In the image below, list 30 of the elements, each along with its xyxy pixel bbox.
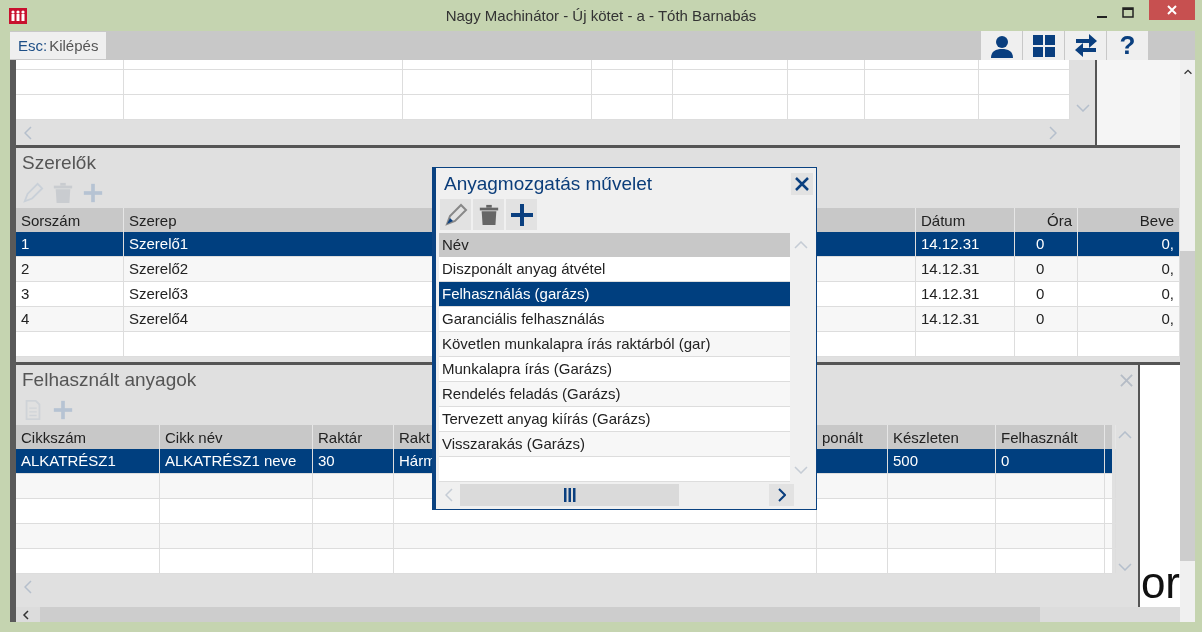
table-cell: 1 bbox=[21, 235, 30, 252]
table-cell: 2 bbox=[21, 260, 30, 277]
table-cell: 0 bbox=[1036, 310, 1045, 327]
table-cell: 0 bbox=[1036, 235, 1045, 252]
table-cell: 0, bbox=[1161, 310, 1174, 327]
table-cell: ALKATRÉSZ1 neve bbox=[165, 452, 297, 469]
dialog-title: Anyagmozgatás művelet bbox=[444, 172, 653, 195]
section-title: Felhasznált anyagok bbox=[21, 368, 198, 392]
table-cell: 500 bbox=[893, 452, 919, 469]
table-cell: Szerelő4 bbox=[129, 310, 189, 327]
table-cell: 0, bbox=[1161, 235, 1174, 252]
table-cell: 0, bbox=[1161, 260, 1174, 277]
table-cell: 0 bbox=[1036, 260, 1045, 277]
table-cell: 14.12.31 bbox=[921, 310, 980, 327]
table-cell: 14.12.31 bbox=[921, 285, 980, 302]
table-cell: 0, bbox=[1161, 285, 1174, 302]
table-cell: 14.12.31 bbox=[921, 235, 980, 252]
table-cell: 0 bbox=[1001, 452, 1010, 469]
table-cell: 0 bbox=[1036, 285, 1045, 302]
table-cell: ALKATRÉSZ1 bbox=[21, 452, 116, 469]
table-cell: Szerelő2 bbox=[129, 260, 189, 277]
window-title: Nagy Machinátor - Új kötet - a - Tóth Barnabás bbox=[445, 7, 757, 24]
table-cell: 30 bbox=[318, 452, 335, 469]
table-cell: 4 bbox=[21, 310, 30, 327]
table-cell: Szerelő1 bbox=[129, 235, 189, 252]
table-cell: 14.12.31 bbox=[921, 260, 980, 277]
table-cell: Szerelő3 bbox=[129, 285, 189, 302]
table-cell: 3 bbox=[21, 285, 30, 302]
background-text: or bbox=[1140, 561, 1180, 605]
section-title: Szerelők bbox=[21, 151, 97, 175]
